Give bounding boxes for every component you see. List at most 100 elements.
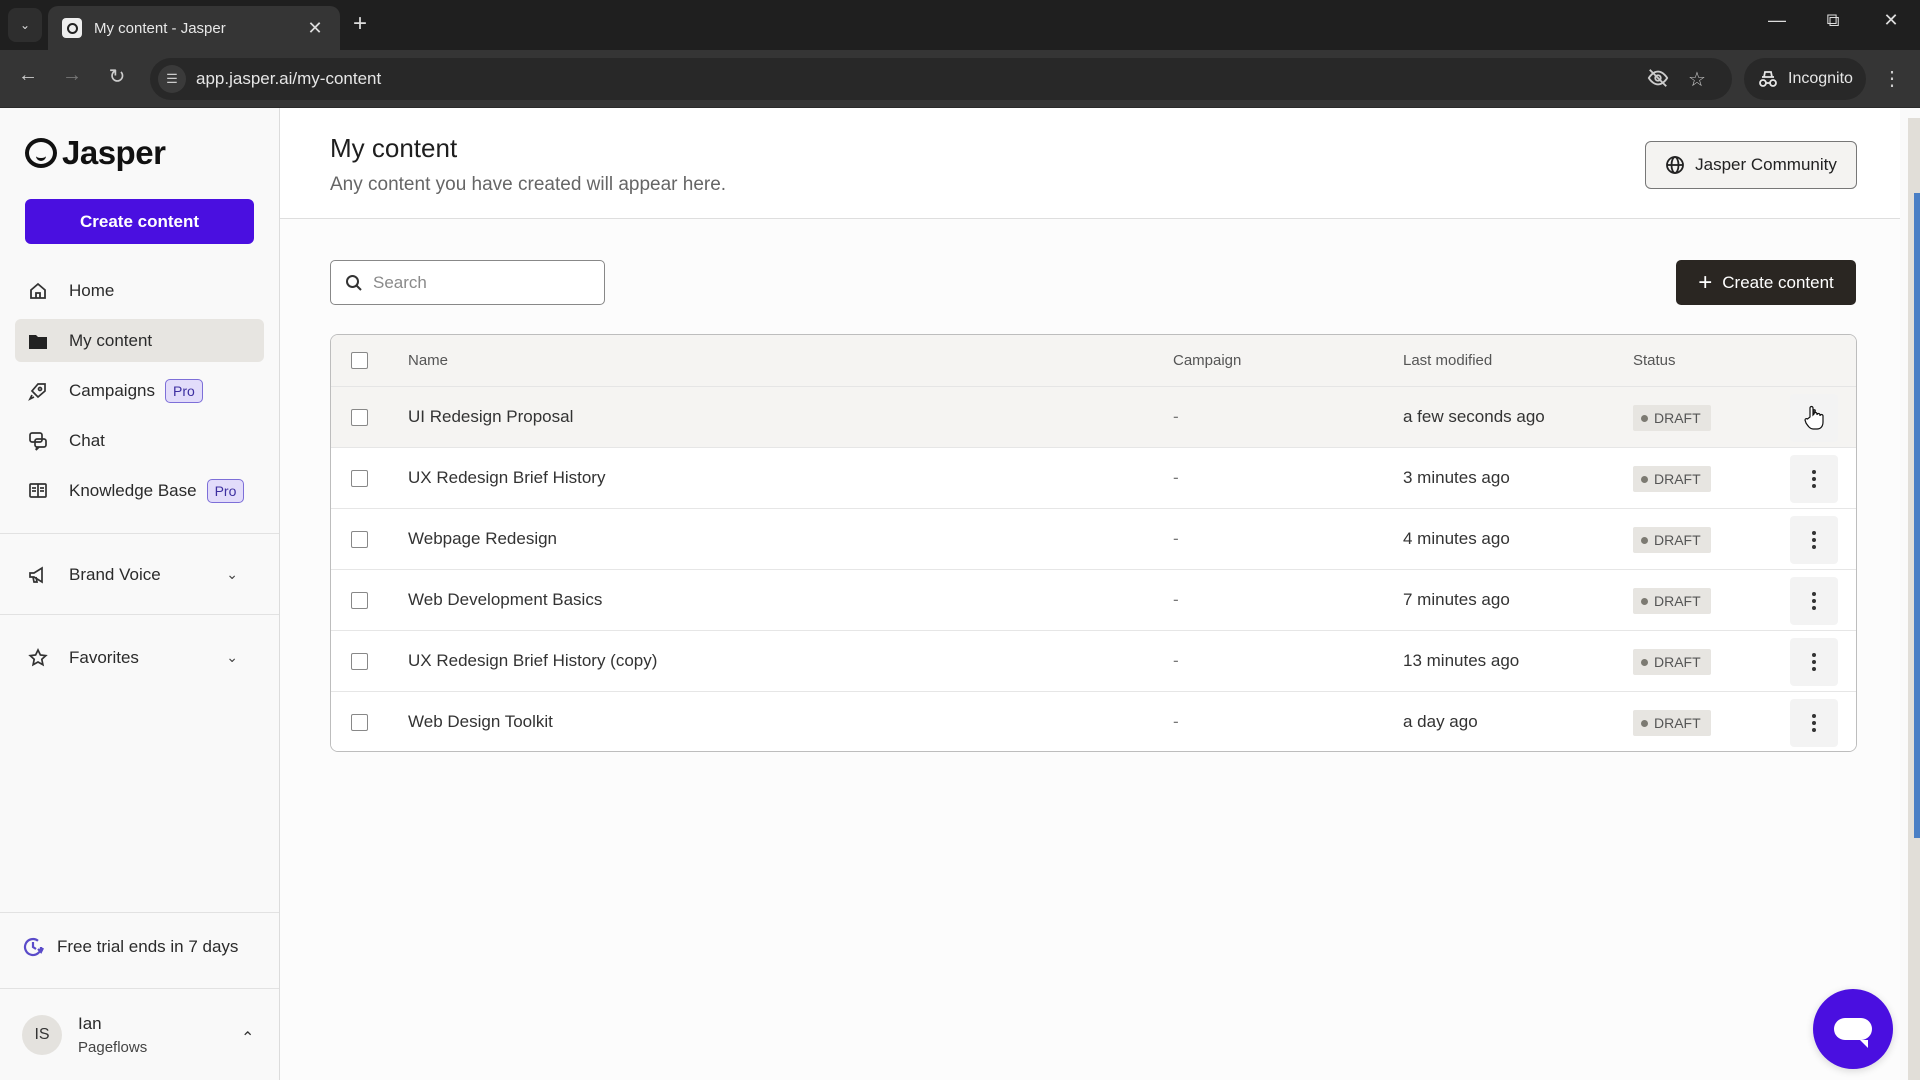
content-name[interactable]: Webpage Redesign: [408, 529, 557, 549]
avatar: IS: [22, 1015, 62, 1055]
sidebar-item-campaigns[interactable]: Campaigns Pro: [15, 369, 264, 412]
main-content: My content Any content you have created …: [280, 108, 1900, 1080]
sidebar-item-knowledge-base[interactable]: Knowledge Base Pro: [15, 469, 264, 512]
column-header-status[interactable]: Status: [1633, 352, 1676, 369]
new-tab-button[interactable]: +: [353, 10, 367, 38]
incognito-indicator[interactable]: Incognito: [1744, 58, 1866, 100]
bookmark-star-icon[interactable]: ☆: [1688, 67, 1706, 92]
site-settings-icon[interactable]: ☰: [158, 65, 186, 93]
chat-icon: [27, 430, 49, 452]
sidebar-item-my-content[interactable]: My content: [15, 319, 264, 362]
jasper-logo[interactable]: Jasper: [25, 134, 166, 172]
content-name[interactable]: UI Redesign Proposal: [408, 407, 573, 427]
content-name[interactable]: UX Redesign Brief History (copy): [408, 651, 657, 671]
create-content-label: Create content: [1722, 272, 1834, 292]
row-checkbox[interactable]: [351, 714, 368, 731]
row-more-options-button[interactable]: [1790, 699, 1838, 747]
eye-off-icon[interactable]: [1647, 67, 1669, 95]
table-row[interactable]: Web Development Basics - 7 minutes ago DRAF…: [331, 570, 1856, 631]
column-header-name[interactable]: Name: [408, 352, 448, 369]
sidebar-item-home[interactable]: Home: [15, 269, 264, 312]
close-tab-icon[interactable]: ✕: [300, 18, 330, 39]
last-modified-value: a few seconds ago: [1403, 407, 1545, 426]
search-icon: [346, 274, 362, 291]
jasper-favicon-icon: [62, 18, 82, 38]
status-text: DRAFT: [1654, 593, 1701, 609]
status-text: DRAFT: [1654, 532, 1701, 548]
tab-search-button[interactable]: ⌄: [8, 8, 42, 42]
home-icon: [27, 280, 49, 302]
sidebar-create-content-button[interactable]: Create content: [25, 199, 254, 244]
row-checkbox[interactable]: [351, 531, 368, 548]
sidebar-section-brand-voice[interactable]: Brand Voice ⌄: [15, 553, 264, 596]
close-window-icon[interactable]: ✕: [1871, 10, 1911, 31]
search-input[interactable]: [373, 272, 593, 293]
search-field[interactable]: [330, 260, 605, 305]
table-row[interactable]: UX Redesign Brief History - 3 minutes ago D…: [331, 448, 1856, 509]
chevron-up-icon[interactable]: ⌃: [241, 1028, 254, 1048]
back-arrow-icon[interactable]: ←: [13, 64, 43, 87]
content-name[interactable]: UX Redesign Brief History: [408, 468, 605, 488]
forward-arrow-icon[interactable]: →: [57, 64, 87, 87]
restore-icon[interactable]: ⧉: [1813, 10, 1853, 31]
browser-menu-icon[interactable]: ⋮: [1882, 66, 1902, 91]
table-row[interactable]: Web Design Toolkit - a day ago DRAFT: [331, 692, 1856, 751]
free-trial-text: Free trial ends in 7 days: [57, 937, 239, 956]
jasper-community-label: Jasper Community: [1695, 155, 1837, 174]
url-text[interactable]: app.jasper.ai/my-content: [196, 69, 381, 89]
browser-tab-active[interactable]: My content - Jasper ✕: [48, 6, 340, 50]
table-row[interactable]: UI Redesign Proposal - a few seconds ago DR…: [331, 387, 1856, 448]
sidebar-section-favorites[interactable]: Favorites ⌄: [15, 636, 264, 679]
status-badge: DRAFT: [1633, 466, 1711, 492]
create-content-button[interactable]: + Create content: [1676, 260, 1856, 305]
row-more-options-button[interactable]: [1790, 577, 1838, 625]
table-row[interactable]: Webpage Redesign - 4 minutes ago DRAFT: [331, 509, 1856, 570]
row-more-options-button[interactable]: [1790, 638, 1838, 686]
content-table: Name Campaign Last modified Status UI Re…: [330, 334, 1857, 752]
row-checkbox[interactable]: [351, 653, 368, 670]
row-more-options-button[interactable]: [1790, 516, 1838, 564]
sidebar-section-label: Favorites: [69, 647, 139, 667]
jasper-community-button[interactable]: Jasper Community: [1645, 141, 1857, 189]
chat-bubble-icon: [1834, 1018, 1872, 1048]
sidebar: Jasper Create content Home My content Ca…: [0, 108, 280, 1080]
column-header-campaign[interactable]: Campaign: [1173, 352, 1241, 369]
row-checkbox[interactable]: [351, 470, 368, 487]
status-text: DRAFT: [1654, 715, 1701, 731]
more-vertical-icon: [1812, 653, 1816, 671]
status-text: DRAFT: [1654, 471, 1701, 487]
row-more-options-button[interactable]: [1790, 455, 1838, 503]
free-trial-notice[interactable]: Free trial ends in 7 days: [21, 935, 238, 959]
sidebar-item-label: Knowledge Base: [69, 480, 197, 500]
folder-icon: [27, 330, 49, 352]
column-header-last-modified[interactable]: Last modified: [1403, 352, 1492, 369]
content-name[interactable]: Web Development Basics: [408, 590, 602, 610]
more-vertical-icon: [1812, 470, 1816, 488]
campaign-value: -: [1173, 590, 1179, 609]
rocket-icon: [27, 380, 49, 402]
reload-icon[interactable]: ↻: [102, 64, 132, 89]
chevron-down-icon[interactable]: ⌄: [226, 649, 238, 666]
globe-icon: [1666, 156, 1685, 174]
user-menu[interactable]: IS Ian Pageflows: [22, 1014, 147, 1056]
content-name[interactable]: Web Design Toolkit: [408, 712, 553, 732]
last-modified-value: 4 minutes ago: [1403, 529, 1510, 548]
support-chat-button[interactable]: [1813, 989, 1893, 1069]
table-row[interactable]: UX Redesign Brief History (copy) - 13 minu…: [331, 631, 1856, 692]
select-all-checkbox[interactable]: [351, 352, 368, 369]
status-dot-icon: [1641, 475, 1648, 483]
tab-title: My content - Jasper: [94, 19, 226, 37]
user-organization: Pageflows: [78, 1039, 148, 1056]
browser-address-bar: ← → ↻ ☰ app.jasper.ai/my-content ☆ Incog…: [0, 50, 1920, 108]
row-checkbox[interactable]: [351, 592, 368, 609]
chevron-down-icon[interactable]: ⌄: [226, 566, 238, 583]
minimize-icon[interactable]: —: [1757, 10, 1797, 31]
plus-icon: +: [1698, 268, 1713, 296]
omnibox[interactable]: ☰ app.jasper.ai/my-content ☆: [150, 58, 1732, 100]
sidebar-item-label: Campaigns: [69, 380, 155, 400]
sidebar-item-chat[interactable]: Chat: [15, 419, 264, 462]
sidebar-section-label: Brand Voice: [69, 564, 161, 584]
campaign-value: -: [1173, 529, 1179, 548]
page-scrollbar-thumb[interactable]: [1914, 193, 1920, 838]
row-checkbox[interactable]: [351, 409, 368, 426]
